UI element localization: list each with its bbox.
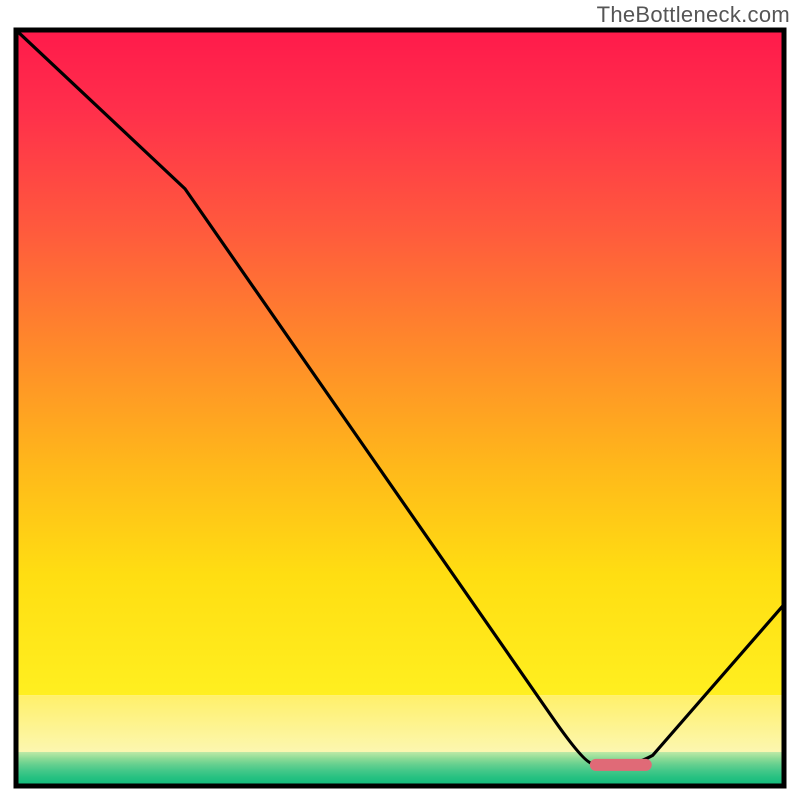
plot-background [16, 30, 784, 786]
bg-red-yellow [16, 30, 784, 695]
chart-stage: TheBottleneck.com [0, 0, 800, 800]
bottleneck-chart [0, 0, 800, 800]
bg-green [16, 752, 784, 786]
bg-pale-yellow [16, 695, 784, 752]
watermark-label: TheBottleneck.com [597, 2, 790, 28]
